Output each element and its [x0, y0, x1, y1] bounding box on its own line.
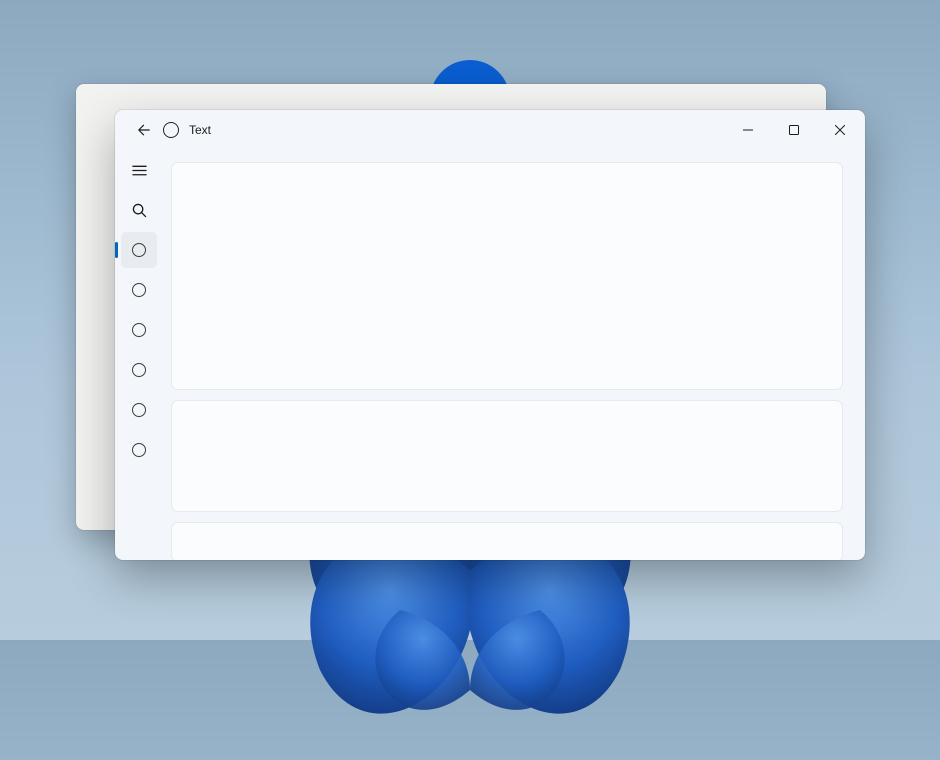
nav-item-6[interactable] [121, 432, 157, 468]
circle-icon [132, 243, 146, 257]
nav-item-1[interactable] [121, 232, 157, 268]
content-card-2 [171, 400, 843, 512]
content-area [163, 150, 865, 560]
arrow-left-icon [137, 123, 151, 137]
circle-icon [132, 363, 146, 377]
circle-icon [132, 323, 146, 337]
circle-icon [132, 403, 146, 417]
nav-item-2[interactable] [121, 272, 157, 308]
nav-item-4[interactable] [121, 352, 157, 388]
window-title: Text [189, 123, 211, 137]
content-card-3 [171, 522, 843, 560]
titlebar[interactable]: Text [115, 110, 865, 150]
minimize-icon [743, 125, 753, 135]
nav-item-5[interactable] [121, 392, 157, 428]
close-button[interactable] [817, 114, 863, 146]
app-window: Text [115, 110, 865, 560]
circle-icon [132, 283, 146, 297]
search-icon [132, 203, 147, 218]
back-button[interactable] [129, 115, 159, 145]
maximize-button[interactable] [771, 114, 817, 146]
maximize-icon [789, 125, 799, 135]
nav-rail [115, 150, 163, 560]
minimize-button[interactable] [725, 114, 771, 146]
circle-icon [132, 443, 146, 457]
search-button[interactable] [121, 192, 157, 228]
hamburger-button[interactable] [121, 152, 157, 188]
close-icon [835, 125, 845, 135]
hamburger-icon [132, 163, 147, 178]
content-card-1 [171, 162, 843, 390]
caption-controls [725, 114, 863, 146]
nav-item-3[interactable] [121, 312, 157, 348]
app-icon [163, 122, 179, 138]
